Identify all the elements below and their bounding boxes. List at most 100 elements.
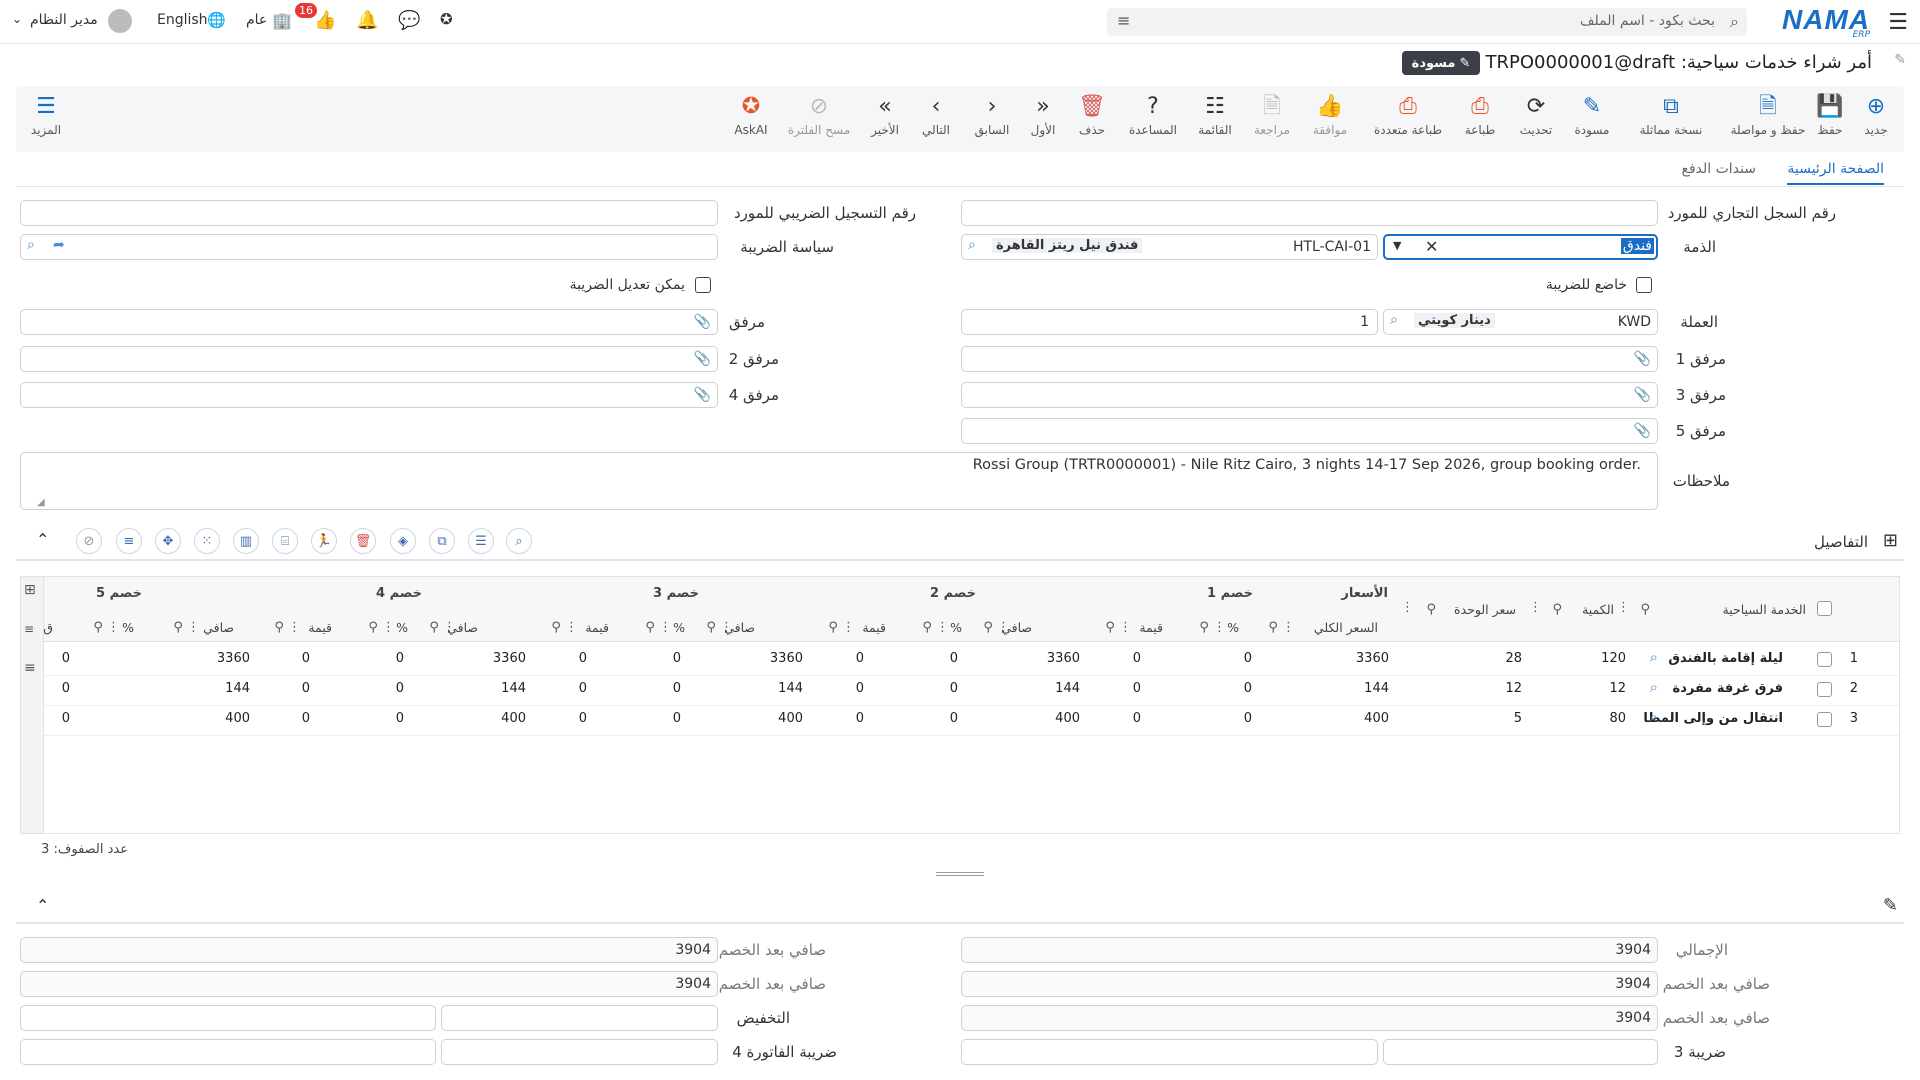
select-all-checkbox[interactable] [1817, 601, 1832, 616]
edit-note-icon[interactable]: ✎ [1883, 895, 1898, 916]
cell-unit[interactable]: 5 [1514, 711, 1522, 726]
filter-icon[interactable]: ⚲ ⋮ [645, 620, 672, 635]
cell-d2n[interactable]: 3360 [770, 651, 803, 666]
lookup-icon[interactable]: ⌕ [1650, 648, 1658, 666]
cell-d4n[interactable]: 400 [225, 711, 250, 726]
attachment-field[interactable]: 📎 [20, 309, 718, 335]
cell-d5p[interactable]: 0 [62, 681, 70, 696]
global-search[interactable]: ⌕ بحث بكود - اسم الملف ≡ [1107, 8, 1747, 36]
tab-main[interactable]: الصفحة الرئيسية [1787, 161, 1884, 185]
row-service[interactable]: انتقال من وإلى المطا [1643, 711, 1783, 726]
filter-lines-icon[interactable]: ≡ [116, 528, 142, 554]
cell-d4v[interactable]: 0 [302, 711, 310, 726]
tab-payments[interactable]: سندات الدفع [1682, 161, 1756, 177]
approvals-icon[interactable]: 👍 [314, 10, 336, 31]
tax3-value-field[interactable] [961, 1039, 1378, 1065]
notes-textarea[interactable]: Rossi Group (TRTR0000001) - Nile Ritz Ca… [20, 452, 1658, 510]
filter-icon[interactable]: ⚲ ⋮ [173, 620, 200, 635]
paperclip-icon[interactable]: 📎 [694, 351, 711, 367]
currency-lookup[interactable]: KWD دينار كويتي ⌕ [1383, 309, 1658, 335]
account-type-select[interactable]: فندق ✕ ▼ [1383, 234, 1658, 260]
duplicate-button[interactable]: ⧉ نسخة مماثلة [1636, 92, 1706, 137]
filter-toggle-icon[interactable]: ≡ [24, 622, 34, 636]
move-icon[interactable]: ✥ [155, 528, 181, 554]
invoice-tax4-value-field[interactable] [20, 1039, 436, 1065]
filter-icon[interactable]: ⚲ ⋮ [983, 620, 1010, 635]
supplier-tax-field[interactable] [20, 200, 718, 226]
hamburger-menu-icon[interactable]: ☰ [1888, 10, 1908, 35]
cell-qty[interactable]: 12 [1609, 681, 1626, 696]
cell-d3p[interactable]: 0 [673, 651, 681, 666]
building-icon[interactable]: 🏢 [272, 11, 292, 30]
search-lookup-icon[interactable]: ⌕ [27, 237, 35, 253]
filter-icon[interactable]: ⚲ [1552, 602, 1562, 617]
attachment2-field[interactable]: 📎 [20, 346, 718, 372]
first-button[interactable]: » الأول [1013, 92, 1073, 137]
review-button[interactable]: 🗎 مراجعة [1242, 92, 1302, 137]
cell-d5p[interactable]: 0 [62, 651, 70, 666]
filter-icon[interactable]: ⚲ ⋮ [1199, 620, 1226, 635]
cell-d3n[interactable]: 400 [501, 711, 526, 726]
draft-button[interactable]: ✎ مسودة [1562, 92, 1622, 137]
paperclip-icon[interactable]: 📎 [694, 387, 711, 403]
filter-icon[interactable]: ⚲ ⋮ [828, 620, 855, 635]
ask-ai-button[interactable]: ✪ AskAI [721, 92, 781, 137]
row-checkbox[interactable] [1817, 712, 1832, 727]
table-settings-icon[interactable]: ⊞ [24, 582, 36, 598]
bell-icon[interactable]: 🔔 [356, 10, 378, 31]
cell-d1p[interactable]: 0 [1244, 711, 1252, 726]
cell-d1v[interactable]: 0 [1133, 681, 1141, 696]
print-button[interactable]: ⎙ طباعة [1450, 92, 1510, 137]
supplier-cr-field[interactable] [961, 200, 1658, 226]
cell-unit[interactable]: 12 [1505, 681, 1522, 696]
cell-d2v[interactable]: 0 [856, 681, 864, 696]
filter-icon[interactable]: ⚲ [1426, 602, 1436, 617]
cell-total[interactable]: 400 [1364, 711, 1389, 726]
copy-rows-icon[interactable]: ⧉ [429, 528, 455, 554]
next-button[interactable]: ‹ التالي [906, 92, 966, 137]
cell-d1n[interactable]: 400 [1055, 711, 1080, 726]
add-rows-icon[interactable]: ☰ [468, 528, 494, 554]
taxable-checkbox[interactable] [1636, 277, 1652, 293]
cell-d1p[interactable]: 0 [1244, 681, 1252, 696]
approve-button[interactable]: 👍 موافقة [1300, 92, 1360, 137]
filter-icon[interactable]: ⚲ ⋮ [93, 620, 120, 635]
cell-d1v[interactable]: 0 [1133, 651, 1141, 666]
col-menu-icon[interactable]: ⋮ [1529, 600, 1542, 615]
cell-d5p[interactable]: 0 [62, 711, 70, 726]
account-lookup[interactable]: HTL-CAI-01 فندق نيل ريتز القاهرة ⌕ [961, 234, 1378, 260]
cell-d4p[interactable]: 0 [396, 681, 404, 696]
cell-total[interactable]: 144 [1364, 681, 1389, 696]
cell-d1v[interactable]: 0 [1133, 711, 1141, 726]
chat-icon[interactable]: 💬 [398, 10, 420, 31]
last-button[interactable]: « الأخير [855, 92, 915, 137]
chevron-down-icon[interactable]: ⌄ [12, 12, 22, 26]
pin-icon[interactable]: ✎ [1894, 52, 1906, 68]
refresh-button[interactable]: ⟳ تحديث [1506, 92, 1566, 137]
cell-d1p[interactable]: 0 [1244, 651, 1252, 666]
cell-d4p[interactable]: 0 [396, 711, 404, 726]
cell-d2n[interactable]: 400 [778, 711, 803, 726]
dropdown-arrow-icon[interactable]: ▼ [1393, 239, 1401, 252]
attachment3-field[interactable]: 📎 [961, 382, 1658, 408]
list-button[interactable]: ☷ القائمة [1185, 92, 1245, 137]
delete-row-icon[interactable]: 🗑 [350, 528, 376, 554]
clear-filter-button[interactable]: ⊘ مسح الفلترة [786, 92, 852, 137]
filter-icon[interactable]: ⚲ ⋮ [922, 620, 949, 635]
save-button[interactable]: 💾 حفظ [1800, 92, 1860, 137]
cell-d4n[interactable]: 3360 [217, 651, 250, 666]
filter-icon[interactable]: ≡ [1117, 11, 1130, 30]
cell-d3p[interactable]: 0 [673, 681, 681, 696]
paperclip-icon[interactable]: 📎 [1634, 387, 1651, 403]
cell-d3p[interactable]: 0 [673, 711, 681, 726]
cell-d2p[interactable]: 0 [950, 711, 958, 726]
lookup-icon[interactable]: ⌕ [1650, 678, 1658, 696]
col-menu-icon[interactable]: ⋮ [1617, 600, 1630, 615]
previous-button[interactable]: › السابق [962, 92, 1022, 137]
cell-d2n[interactable]: 144 [778, 681, 803, 696]
exchange-rate-field[interactable]: 1 [961, 309, 1378, 335]
collapse-up-icon[interactable]: ⌃ [36, 530, 49, 549]
cell-d2p[interactable]: 0 [950, 681, 958, 696]
filter-icon[interactable]: ⚲ ⋮ [368, 620, 395, 635]
cell-d2p[interactable]: 0 [950, 651, 958, 666]
